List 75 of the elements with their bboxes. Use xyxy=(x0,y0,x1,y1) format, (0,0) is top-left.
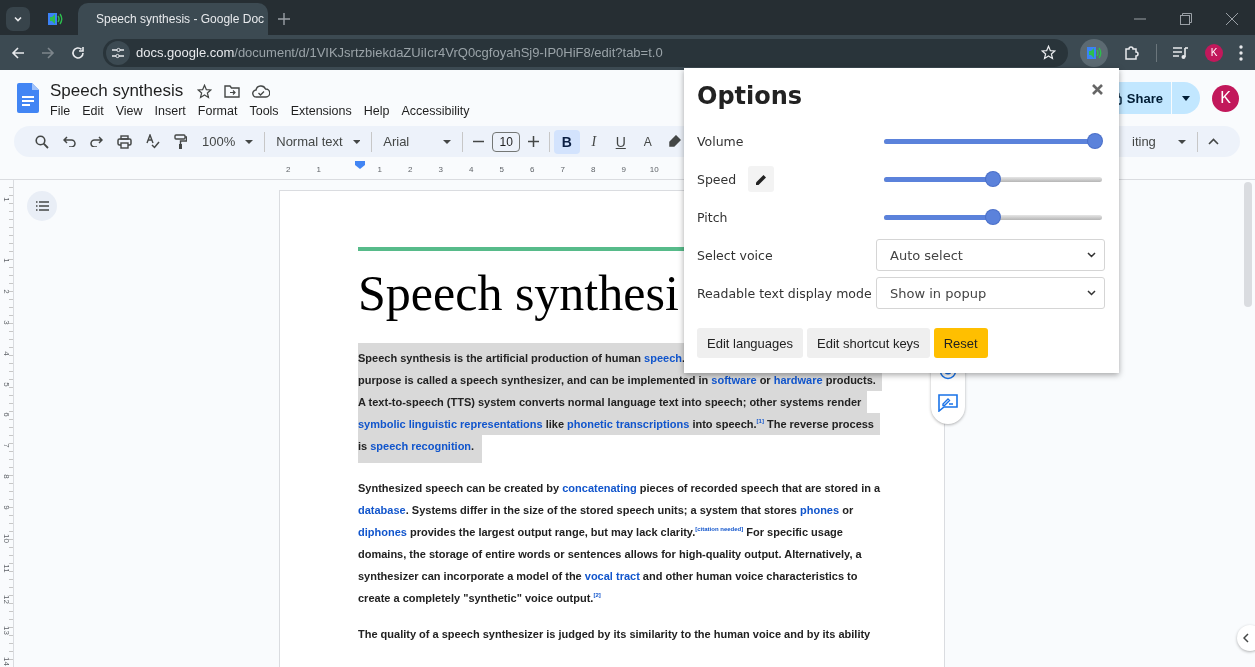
dropdown[interactable]: Auto select xyxy=(876,239,1105,271)
link[interactable]: diphones xyxy=(358,526,407,538)
ruler-number: 13 xyxy=(2,626,11,635)
link[interactable]: hardware xyxy=(773,374,823,386)
menu-item[interactable]: Format xyxy=(191,103,244,119)
ruler-number: 3 xyxy=(437,164,444,174)
setting-label: Select voice xyxy=(697,247,773,263)
ruler-number: 14 xyxy=(2,656,11,666)
url-text: docs.google.com/document/d/1VIKJsrtzbiekdaZUiIcr4VrQ0cgfoyahSj9-IP0HiF8/edit?tab=t.0 xyxy=(136,45,663,60)
ruler-number: 4 xyxy=(468,164,475,174)
mode-dropdown[interactable]: iting xyxy=(1124,134,1194,149)
document-title[interactable]: Speech synthesis xyxy=(50,81,184,101)
menu-item[interactable]: Help xyxy=(357,103,396,119)
browser-tab[interactable]: Speech synthesis - Google Doc xyxy=(78,3,268,35)
address-field[interactable]: docs.google.com/document/d/1VIKJsrtzbiekdaZUiIcr4VrQ0cgfoyahSj9-IP0HiF8/edit?tab=t.0 xyxy=(103,38,1068,67)
link[interactable]: software xyxy=(711,374,757,386)
link[interactable]: symbolic linguistic representations xyxy=(358,418,543,430)
ruler-number: 9 xyxy=(2,505,11,510)
tab-title: Speech synthesis - Google Doc xyxy=(96,12,265,26)
ruler-number: 11 xyxy=(2,564,11,574)
option-button[interactable]: Edit shortcut keys xyxy=(807,328,930,358)
font-dropdown[interactable]: Arial xyxy=(375,134,460,149)
ruler-number: 2 xyxy=(2,289,11,294)
menu-item[interactable]: Tools xyxy=(243,103,285,119)
bold-button[interactable]: B xyxy=(553,129,580,154)
link[interactable]: vocal tract xyxy=(584,570,640,582)
ruler-number: 5 xyxy=(498,164,505,174)
ruler-number: 7 xyxy=(2,443,11,448)
zoom-dropdown[interactable]: 100% xyxy=(194,134,262,149)
ruler-number: 8 xyxy=(2,474,11,479)
ruler-number: 1 xyxy=(2,258,11,264)
ruler-number: 1 xyxy=(315,164,322,174)
ruler-number: 3 xyxy=(2,320,11,325)
link[interactable]: concatenating xyxy=(562,482,637,494)
ruler-number: 9 xyxy=(620,164,627,174)
ruler-number: 2 xyxy=(407,164,414,174)
link[interactable]: database xyxy=(358,504,406,516)
dropdown[interactable]: Show in popup xyxy=(876,277,1105,309)
link[interactable]: speech xyxy=(644,352,682,364)
menu-item[interactable]: Extensions xyxy=(284,103,358,119)
reset-button[interactable]: Reset xyxy=(933,328,988,358)
menu-item[interactable]: Accessibility xyxy=(395,103,476,119)
ruler-number: 7 xyxy=(559,164,566,174)
ruler-number: 10 xyxy=(2,533,11,543)
setting-label: Pitch xyxy=(697,209,728,225)
document-heading: Speech synthesi xyxy=(358,264,679,323)
ruler-number: 2 xyxy=(285,164,292,174)
link[interactable]: phones xyxy=(800,504,840,516)
profile-avatar[interactable]: K xyxy=(1212,84,1239,112)
menu-item[interactable]: View xyxy=(109,103,149,119)
ruler-number: 6 xyxy=(2,412,11,418)
ruler-number: 6 xyxy=(529,164,536,174)
setting-label: Speed xyxy=(697,171,737,187)
style-dropdown[interactable]: Normal text xyxy=(268,134,369,149)
ruler-number: 4 xyxy=(2,351,11,356)
menu-item[interactable]: Insert xyxy=(148,103,192,119)
ruler-number: 8 xyxy=(590,164,597,174)
ruler-number: 10 xyxy=(648,164,660,174)
paragraph: The quality of a speech synthesizer is judged by its similarity to the human voice and by its ability xyxy=(358,627,872,642)
italic-button[interactable]: I xyxy=(580,129,607,154)
option-button[interactable]: Edit languages xyxy=(697,328,803,358)
ruler-number: 5 xyxy=(2,381,11,387)
profile-avatar[interactable]: K xyxy=(1205,43,1223,62)
underline-button[interactable]: U xyxy=(607,129,634,154)
popup-title: Options xyxy=(697,82,803,110)
menu-item[interactable]: File xyxy=(44,103,77,119)
setting-label: Volume xyxy=(697,133,744,149)
ruler-number: 1 xyxy=(376,164,383,174)
menu-item[interactable]: Edit xyxy=(76,103,110,119)
link[interactable]: phonetic transcriptions xyxy=(567,418,690,430)
font-size-field[interactable]: 10 xyxy=(492,131,521,152)
paragraph: Synthesized speech can be created by concatenating pieces of recorded speech that are stored in a database. Systems differ in the size of the stored speech units; a system that stores phones or diphones provides the largest output range, but may lack clarity.$^{[citation needed]}$ For specific usage domains, the storage of entire words or sentences allows for high-quality output. Alternatively, a synthesizer can incorporate a model of the vocal tract and other human voice characteristics to create a completely "synthetic" voice output.$^{[2]}$ xyxy=(358,481,882,606)
setting-label: Readable text display mode xyxy=(697,285,872,301)
ruler-number: 1 xyxy=(2,197,11,202)
ruler-number: 12 xyxy=(2,595,11,605)
